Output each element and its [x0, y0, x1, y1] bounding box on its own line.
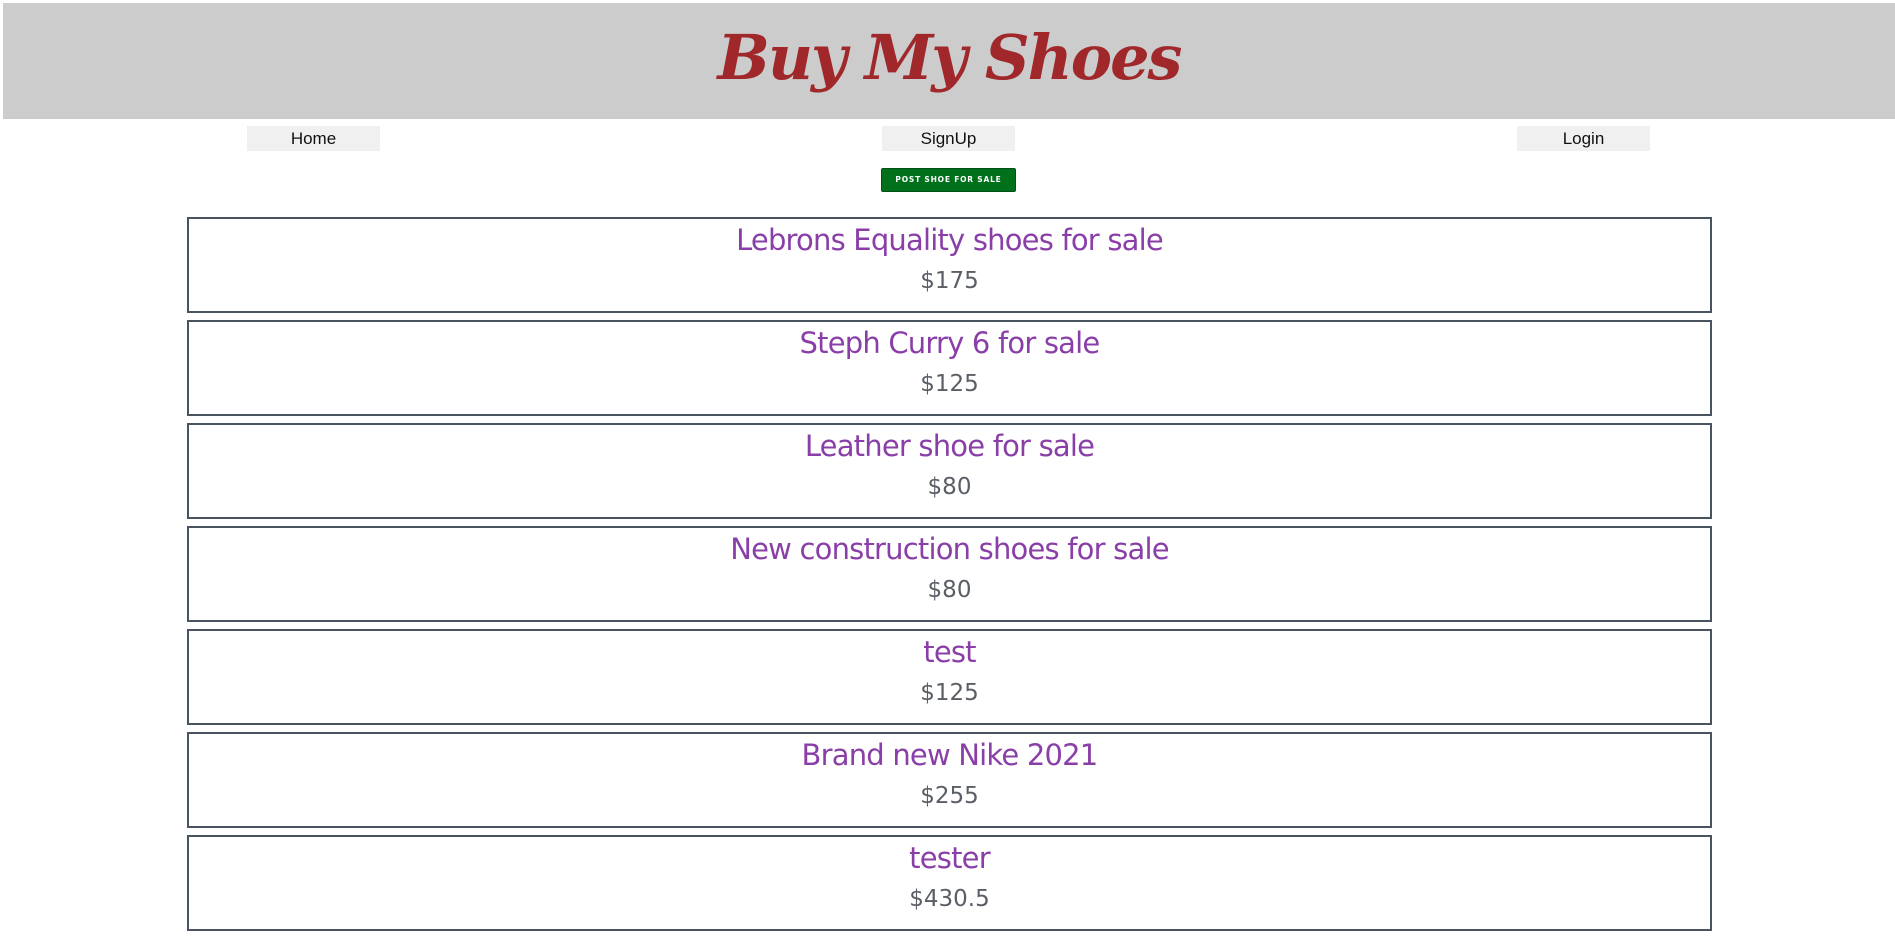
site-header: Buy My Shoes — [3, 3, 1895, 119]
listing-list: Lebrons Equality shoes for sale $175 Ste… — [187, 217, 1712, 938]
listing-price: $125 — [920, 680, 979, 706]
listing-price: $125 — [920, 371, 979, 397]
listing-title[interactable]: tester — [189, 841, 1710, 875]
listing-price: $80 — [927, 474, 972, 500]
listing-card[interactable]: New construction shoes for sale $80 — [187, 526, 1712, 622]
nav-signup-button[interactable]: SignUp — [882, 126, 1015, 151]
post-shoe-button[interactable]: POST SHOE FOR SALE — [881, 168, 1016, 192]
listing-title[interactable]: Lebrons Equality shoes for sale — [189, 223, 1710, 257]
listing-title[interactable]: New construction shoes for sale — [189, 532, 1710, 566]
listing-price: $255 — [920, 783, 979, 809]
listing-card[interactable]: Lebrons Equality shoes for sale $175 — [187, 217, 1712, 313]
site-logo[interactable]: Buy My Shoes — [718, 27, 1183, 89]
listing-title[interactable]: Leather shoe for sale — [189, 429, 1710, 463]
listing-title[interactable]: Steph Curry 6 for sale — [189, 326, 1710, 360]
listing-card[interactable]: Brand new Nike 2021 $255 — [187, 732, 1712, 828]
listing-title[interactable]: Brand new Nike 2021 — [189, 738, 1710, 772]
listing-card[interactable]: Leather shoe for sale $80 — [187, 423, 1712, 519]
listing-card[interactable]: Steph Curry 6 for sale $125 — [187, 320, 1712, 416]
listing-price: $175 — [920, 268, 979, 294]
listing-card[interactable]: test $125 — [187, 629, 1712, 725]
listing-price: $430.5 — [909, 886, 990, 912]
listing-title[interactable]: test — [189, 635, 1710, 669]
nav-login-button[interactable]: Login — [1517, 126, 1650, 151]
listing-price: $80 — [927, 577, 972, 603]
nav-home-button[interactable]: Home — [247, 126, 380, 151]
listing-card[interactable]: tester $430.5 — [187, 835, 1712, 931]
